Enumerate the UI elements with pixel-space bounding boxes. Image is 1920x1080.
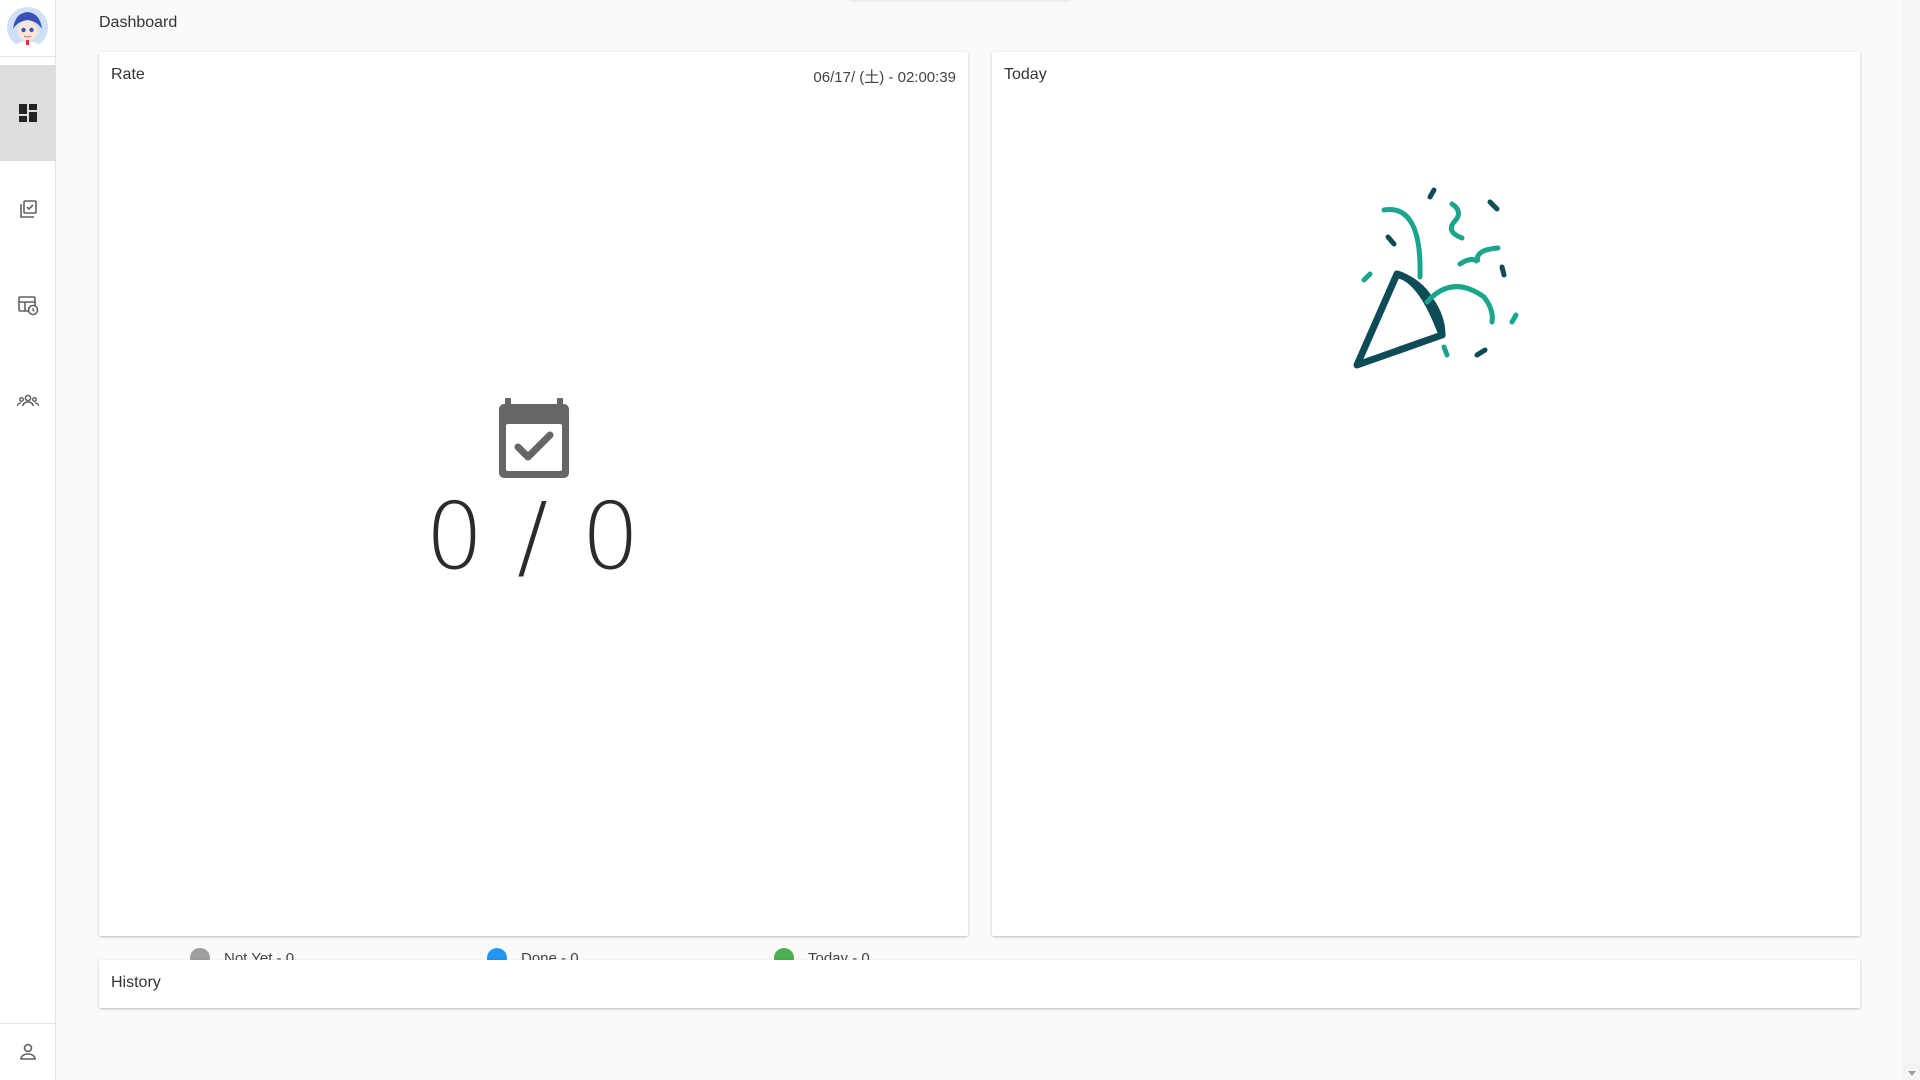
nav-schedule[interactable] <box>0 257 56 353</box>
sidebar <box>0 0 56 1080</box>
task-check-icon <box>20 200 37 218</box>
today-card: Today <box>992 52 1860 936</box>
today-card-title: Today <box>1004 66 1047 83</box>
avatar[interactable] <box>7 7 48 48</box>
app-root: Dashboard Rate 06/17/ (土) - 02:00:39 0 /… <box>0 0 1920 1080</box>
schedule-table-icon <box>18 296 39 316</box>
history-card-title: History <box>111 974 161 991</box>
rate-count: 0 / 0 <box>425 483 642 590</box>
page-title: Dashboard <box>99 14 178 31</box>
groups-icon <box>16 394 40 407</box>
dashboard-icon <box>19 104 37 122</box>
nav-tasks[interactable] <box>0 161 56 257</box>
rate-summary: 0 / 0 <box>99 396 968 583</box>
person-icon <box>20 1043 36 1060</box>
profile-button[interactable] <box>0 1024 56 1080</box>
rate-date: 06/17/ (土) - 02:00:39 <box>813 69 956 86</box>
rate-card-title: Rate <box>111 66 145 83</box>
scroll-down-arrow-icon[interactable] <box>1908 1071 1916 1076</box>
top-shadow <box>850 0 1070 3</box>
nav-dashboard[interactable] <box>0 65 56 161</box>
nav-groups[interactable] <box>0 353 56 449</box>
scrollbar[interactable] <box>1903 0 1920 1080</box>
history-card[interactable]: History <box>99 960 1860 1008</box>
party-popper-icon <box>1302 162 1532 392</box>
avatar-image <box>7 7 48 48</box>
calendar-check-icon <box>491 396 577 487</box>
sidebar-divider <box>0 56 56 57</box>
rate-card: Rate 06/17/ (土) - 02:00:39 0 / 0 Not Yet… <box>99 52 968 968</box>
